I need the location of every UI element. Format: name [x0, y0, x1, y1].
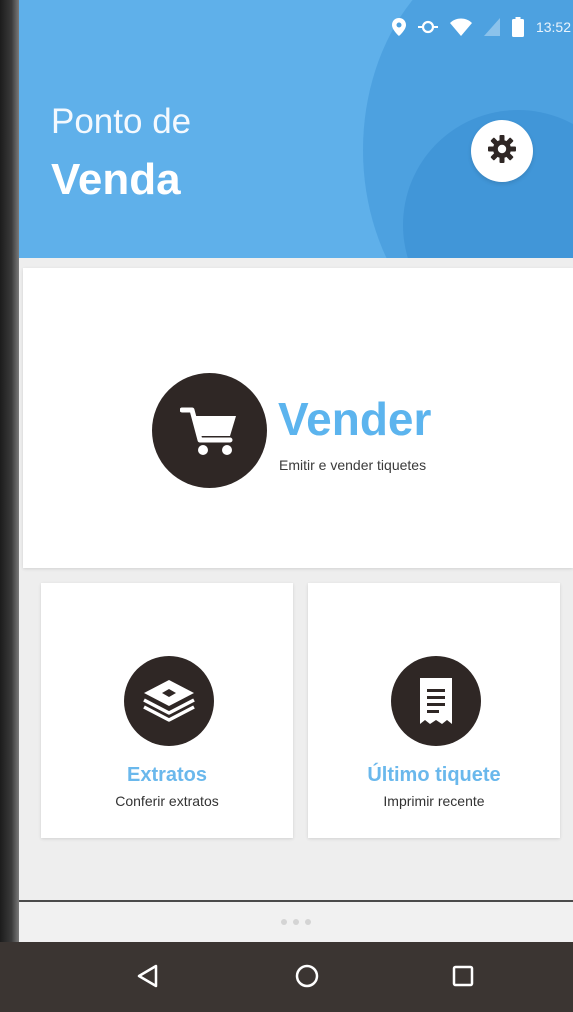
app-title-line2: Venda	[51, 155, 181, 204]
sync-icon	[417, 18, 438, 36]
sell-card[interactable]: Vender Emitir e vender tiquetes	[23, 268, 573, 568]
layers-icon	[124, 656, 214, 746]
gear-icon	[487, 134, 517, 169]
sell-title: Vender	[278, 393, 432, 445]
home-button[interactable]	[287, 958, 327, 998]
phone-screen: 13:52 Ponto de Venda Vender Emitir e ven…	[0, 0, 573, 1012]
page-dot	[293, 919, 299, 925]
sell-subtitle: Emitir e vender tiquetes	[279, 457, 427, 473]
status-time: 13:52	[535, 19, 571, 35]
cart-icon	[152, 373, 267, 488]
page-dot	[305, 919, 311, 925]
app-title-line1: Ponto de	[51, 102, 192, 141]
recent-apps-button[interactable]	[443, 958, 483, 998]
device-bezel	[0, 0, 19, 1012]
extratos-card[interactable]: Extratos Conferir extratos	[41, 583, 293, 838]
page-indicator	[19, 902, 573, 942]
battery-icon	[511, 17, 524, 37]
status-bar: 13:52	[391, 14, 573, 40]
settings-button[interactable]	[471, 120, 533, 182]
extratos-subtitle: Conferir extratos	[115, 793, 219, 809]
wifi-icon	[449, 18, 472, 36]
back-icon	[135, 963, 161, 994]
main-content: Vender Emitir e vender tiquetes Extratos…	[19, 258, 573, 908]
ultimo-subtitle: Imprimir recente	[383, 793, 485, 809]
ultimo-title: Último tiquete	[367, 764, 501, 786]
location-icon	[391, 18, 406, 36]
signal-icon	[483, 18, 500, 36]
back-button[interactable]	[128, 958, 168, 998]
home-icon	[294, 963, 320, 994]
system-navbar	[0, 942, 573, 1012]
receipt-icon	[391, 656, 481, 746]
extratos-title: Extratos	[126, 764, 208, 786]
ultimo-tiquete-card[interactable]: Último tiquete Imprimir recente	[308, 583, 560, 838]
recent-apps-icon	[451, 964, 475, 993]
app-header: 13:52 Ponto de Venda	[19, 0, 573, 258]
page-dot	[281, 919, 287, 925]
